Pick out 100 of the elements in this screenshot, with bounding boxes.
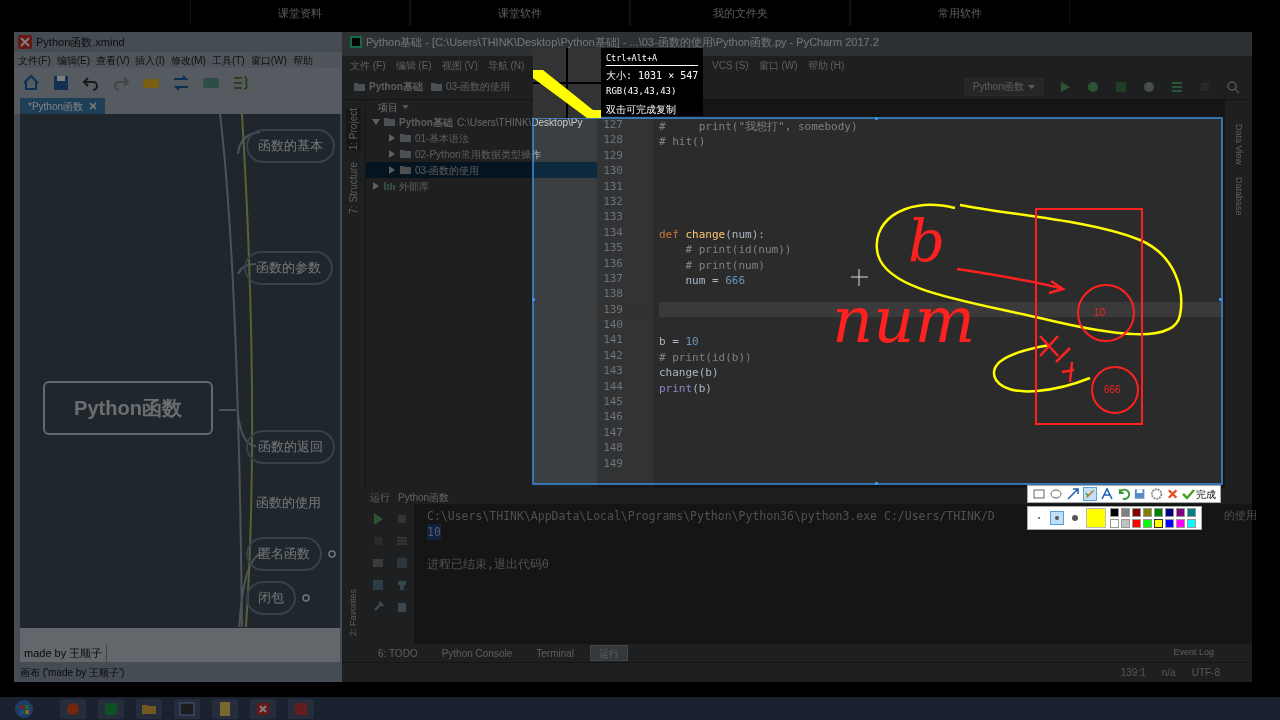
ellipse-tool-icon[interactable] bbox=[1049, 487, 1063, 501]
browser-icon[interactable] bbox=[65, 700, 81, 717]
palette-swatch[interactable] bbox=[1165, 519, 1174, 528]
print-icon[interactable] bbox=[395, 556, 409, 570]
close-icon[interactable] bbox=[89, 102, 98, 110]
palette-swatch[interactable] bbox=[1176, 519, 1185, 528]
finish-button[interactable]: 完成 bbox=[1182, 486, 1216, 502]
menu-item[interactable]: 窗口 (W) bbox=[758, 57, 798, 73]
undo-icon[interactable] bbox=[1117, 487, 1131, 501]
debug-icon[interactable] bbox=[1086, 79, 1100, 94]
palette-swatch[interactable] bbox=[1165, 508, 1174, 517]
expand-arrow-icon[interactable] bbox=[388, 150, 396, 158]
coverage-icon[interactable] bbox=[1114, 79, 1128, 94]
palette-swatch[interactable] bbox=[1176, 508, 1185, 517]
topic-node[interactable]: 闭包 bbox=[246, 581, 296, 615]
document-tab[interactable]: *Python函数 bbox=[20, 98, 106, 114]
save-icon[interactable] bbox=[1133, 487, 1147, 501]
menu-item[interactable]: 帮助 bbox=[292, 52, 313, 68]
text-tool-icon[interactable] bbox=[1100, 487, 1114, 501]
undo-icon[interactable] bbox=[82, 74, 100, 92]
rect-tool-icon[interactable] bbox=[1032, 487, 1046, 501]
menu-item[interactable]: 文件 (F) bbox=[350, 57, 386, 73]
line-number: 138 bbox=[602, 286, 624, 302]
export-icon[interactable] bbox=[395, 578, 409, 592]
home-icon[interactable] bbox=[22, 74, 40, 92]
side-tab[interactable]: Database bbox=[1231, 176, 1246, 216]
palette-swatch[interactable] bbox=[1110, 519, 1119, 528]
palette-swatch[interactable] bbox=[1187, 519, 1196, 528]
top-tab[interactable]: 我的文件夹 bbox=[630, 0, 850, 26]
tree-label: 03-函数的使用 bbox=[415, 163, 480, 178]
breadcrumb-item[interactable]: Python基础 bbox=[369, 79, 423, 94]
top-tab[interactable]: 课堂资料 bbox=[190, 0, 410, 26]
menu-item[interactable]: 修改(M) bbox=[170, 52, 206, 68]
list-icon[interactable] bbox=[1170, 79, 1184, 94]
save-icon[interactable] bbox=[52, 74, 70, 92]
line-number: 143 bbox=[602, 363, 624, 379]
close-icon[interactable] bbox=[1165, 487, 1179, 501]
palette-swatch[interactable] bbox=[1110, 508, 1119, 517]
side-tab[interactable]: 7: Structure bbox=[346, 162, 361, 214]
collapse-marker-icon[interactable] bbox=[328, 550, 336, 558]
side-tab[interactable]: 1: Project bbox=[346, 108, 361, 151]
window-icon[interactable] bbox=[179, 700, 195, 717]
palette-swatch[interactable] bbox=[1154, 508, 1163, 517]
palette-swatch[interactable] bbox=[1143, 519, 1152, 528]
palette-swatch[interactable] bbox=[1143, 508, 1152, 517]
topic-node[interactable]: 函数的返回 bbox=[246, 430, 335, 464]
run-icon[interactable] bbox=[1058, 79, 1072, 94]
value-label: 10 bbox=[1094, 308, 1106, 318]
folder-icon bbox=[400, 133, 411, 143]
palette-swatch[interactable] bbox=[1121, 508, 1130, 517]
expand-arrow-icon[interactable] bbox=[388, 134, 396, 142]
menu-item[interactable]: 查看(V) bbox=[96, 52, 130, 68]
top-tab[interactable]: 常用软件 bbox=[850, 0, 1070, 26]
topic-node[interactable]: 函数的基本 bbox=[246, 129, 335, 163]
caret-icon[interactable] bbox=[402, 105, 409, 109]
line-number: 147 bbox=[602, 424, 624, 441]
top-tab[interactable]: 课堂软件 bbox=[410, 0, 630, 26]
tool-window-tab[interactable]: Terminal bbox=[528, 645, 583, 661]
settings-icon[interactable] bbox=[1149, 487, 1163, 501]
arrow-tool-icon[interactable] bbox=[1066, 487, 1080, 501]
notes-icon[interactable] bbox=[217, 700, 233, 717]
app-icon[interactable] bbox=[255, 700, 271, 717]
menu-item[interactable]: 窗口(W) bbox=[250, 52, 287, 68]
line-number: 131 bbox=[602, 178, 624, 194]
summary-icon[interactable] bbox=[232, 74, 250, 92]
tool-window-tab[interactable]: Python Console bbox=[433, 645, 521, 661]
rerun-icon[interactable] bbox=[371, 512, 385, 526]
start-icon[interactable] bbox=[14, 698, 34, 719]
topic-node[interactable]: 函数的参数 bbox=[244, 251, 333, 285]
tool-window-tab[interactable]: 6: TODO bbox=[370, 645, 426, 661]
line-number: 144 bbox=[602, 378, 624, 395]
settings-icon[interactable] bbox=[371, 578, 385, 592]
palette-swatch[interactable] bbox=[1154, 519, 1163, 528]
trash-icon[interactable] bbox=[395, 600, 409, 614]
relationship-icon[interactable] bbox=[172, 74, 190, 92]
menu-item[interactable]: 插入(I) bbox=[135, 52, 165, 68]
brush-size-option[interactable] bbox=[1050, 511, 1064, 525]
collapse-marker-icon[interactable] bbox=[302, 594, 310, 602]
event-log-tab[interactable]: Event Log bbox=[1173, 646, 1214, 660]
expand-arrow-icon[interactable] bbox=[372, 182, 380, 190]
redo-icon[interactable] bbox=[112, 74, 130, 92]
palette-swatch[interactable] bbox=[1132, 519, 1141, 528]
palette-swatch[interactable] bbox=[1121, 519, 1130, 528]
topic-node[interactable]: 函数的使用 bbox=[252, 486, 325, 520]
side-tab[interactable]: Data View bbox=[1231, 124, 1246, 165]
topic-node[interactable]: 匿名函数 bbox=[246, 537, 322, 571]
expand-arrow-icon[interactable] bbox=[388, 166, 396, 174]
menu-item[interactable]: VCS (S) bbox=[712, 57, 749, 73]
expand-arrow-icon[interactable] bbox=[372, 118, 380, 126]
app-icon[interactable] bbox=[103, 700, 119, 717]
palette-swatch[interactable] bbox=[1187, 508, 1196, 517]
central-topic[interactable]: Python函数 bbox=[43, 381, 213, 435]
menu-item[interactable]: 编辑(E) bbox=[56, 52, 91, 68]
line-number: 145 bbox=[602, 394, 624, 410]
tree-item[interactable]: 03-函数的使用 bbox=[366, 162, 597, 178]
palette-swatch[interactable] bbox=[1132, 508, 1141, 517]
profile-icon[interactable] bbox=[1142, 79, 1156, 94]
search-icon[interactable] bbox=[1226, 79, 1240, 94]
layout-icon[interactable] bbox=[371, 556, 385, 570]
menu-item[interactable]: 文件(F) bbox=[18, 52, 51, 68]
